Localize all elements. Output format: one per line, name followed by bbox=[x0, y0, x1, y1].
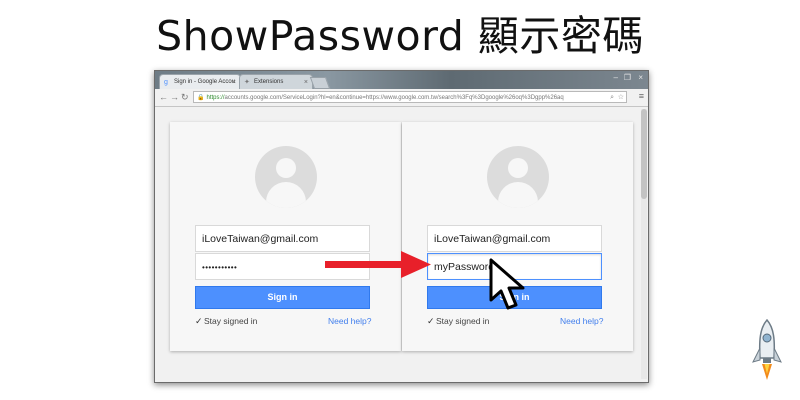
minimize-icon[interactable]: – bbox=[614, 73, 618, 82]
url-scheme: https:// bbox=[206, 95, 225, 101]
need-help-link[interactable]: Need help? bbox=[560, 316, 603, 327]
checkbox-icon[interactable]: ✓ bbox=[195, 316, 204, 327]
tab-label: Extensions bbox=[254, 79, 284, 85]
scrollbar[interactable] bbox=[641, 109, 647, 379]
rocket-icon bbox=[752, 318, 782, 380]
checkbox-icon[interactable]: ✓ bbox=[427, 316, 436, 327]
stay-signed-in-label: Stay signed in bbox=[204, 316, 258, 326]
star-icon[interactable]: ☆ bbox=[617, 92, 624, 102]
need-help-link[interactable]: Need help? bbox=[328, 316, 371, 327]
tab-extensions[interactable]: ✦ Extensions × bbox=[239, 74, 313, 89]
browser-toolbar: ← → ↻ 🔒 https://accounts.google.com/Servi… bbox=[155, 89, 648, 107]
address-bar[interactable]: 🔒 https://accounts.google.com/ServiceLogi… bbox=[193, 91, 627, 103]
cursor-icon bbox=[489, 258, 525, 310]
signin-card-before: iLoveTaiwan@gmail.com ••••••••••• Sign i… bbox=[170, 122, 401, 351]
avatar bbox=[487, 146, 549, 208]
scrollbar-thumb[interactable] bbox=[641, 109, 647, 199]
back-icon[interactable]: ← bbox=[159, 91, 168, 104]
browser-window: g Sign in - Google Accou × ✦ Extensions … bbox=[154, 70, 649, 383]
password-mask: ••••••••••• bbox=[202, 263, 238, 272]
close-window-icon[interactable]: × bbox=[638, 73, 643, 82]
avatar-body bbox=[498, 182, 538, 208]
red-arrow-icon bbox=[325, 251, 431, 278]
avatar bbox=[255, 146, 317, 208]
avatar-body bbox=[266, 182, 306, 208]
stay-signed-in-label: Stay signed in bbox=[436, 316, 490, 326]
new-tab-button[interactable] bbox=[309, 77, 331, 89]
tab-label: Sign in - Google Accou bbox=[174, 79, 236, 85]
search-icon[interactable]: ⌕ bbox=[608, 92, 614, 102]
page-headline: ShowPassword 顯示密碼 bbox=[156, 12, 644, 60]
email-field[interactable]: iLoveTaiwan@gmail.com bbox=[195, 225, 370, 252]
reload-icon[interactable]: ↻ bbox=[181, 91, 189, 104]
puzzle-icon: ✦ bbox=[244, 79, 250, 86]
close-icon[interactable]: × bbox=[304, 75, 308, 90]
forward-icon[interactable]: → bbox=[170, 91, 179, 104]
sign-in-button[interactable]: Sign in bbox=[195, 286, 370, 309]
avatar-head bbox=[276, 158, 296, 178]
lock-icon: 🔒 bbox=[197, 95, 205, 101]
url-path: accounts.google.com/ServiceLogin?hl=en&c… bbox=[224, 95, 564, 101]
close-icon[interactable]: × bbox=[232, 75, 236, 90]
stay-signed-in[interactable]: ✓Stay signed in bbox=[195, 316, 257, 327]
maximize-icon[interactable]: ❐ bbox=[624, 73, 631, 82]
email-field[interactable]: iLoveTaiwan@gmail.com bbox=[427, 225, 602, 252]
signin-card-after: iLoveTaiwan@gmail.com myPassword Sign in… bbox=[402, 122, 633, 351]
stay-signed-in[interactable]: ✓Stay signed in bbox=[427, 316, 489, 327]
avatar-head bbox=[508, 158, 528, 178]
google-favicon-icon: g bbox=[164, 79, 168, 86]
tab-strip: g Sign in - Google Accou × ✦ Extensions … bbox=[155, 71, 648, 89]
menu-icon[interactable]: ≡ bbox=[639, 91, 644, 101]
tab-sign-in[interactable]: g Sign in - Google Accou × bbox=[159, 74, 241, 89]
